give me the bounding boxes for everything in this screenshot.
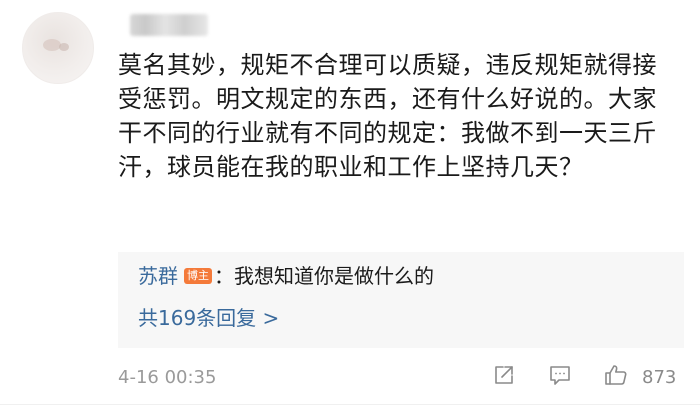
username-redacted[interactable] — [130, 14, 208, 36]
reply-line: 苏群 博主 ： 我想知道你是做什么的 — [138, 262, 434, 290]
thumbs-up-icon[interactable] — [603, 362, 629, 388]
reply-text: 我想知道你是做什么的 — [234, 264, 434, 288]
blogger-badge: 博主 — [184, 268, 212, 284]
view-all-replies-link[interactable]: 共169条回复 > — [138, 304, 279, 332]
comment-text: 莫名其妙，规矩不合理可以质疑，违反规矩就得接受惩罚。明文规定的东西，还有什么好说… — [118, 51, 657, 181]
reply-author[interactable]: 苏群 — [138, 262, 178, 290]
share-icon[interactable] — [491, 362, 517, 388]
comment-timestamp: 4-16 00:35 — [118, 367, 217, 388]
reply-preview[interactable]: 苏群 博主 ： 我想知道你是做什么的 共169条回复 > — [118, 252, 684, 348]
comment-icon[interactable] — [547, 362, 573, 388]
like-count: 873 — [642, 367, 677, 388]
reply-separator: ： — [214, 264, 234, 288]
avatar-blur-detail — [59, 43, 69, 51]
avatar[interactable] — [22, 12, 94, 84]
